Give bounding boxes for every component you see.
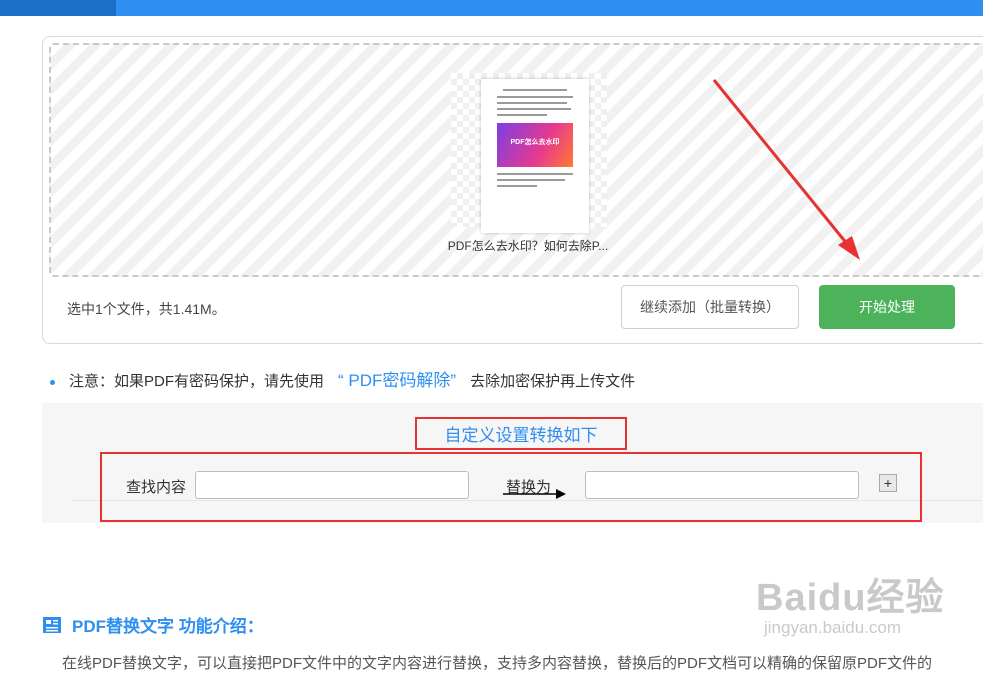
document-page-preview: PDF怎么去水印	[481, 79, 589, 233]
doc-text-line	[497, 173, 573, 175]
active-nav-tab[interactable]	[0, 0, 116, 16]
file-card[interactable]: PDF怎么去水印 PDF怎么去水印？如何去除P...	[445, 67, 611, 257]
add-row-button[interactable]: +	[879, 474, 897, 492]
upload-panel: PDF怎么去水印 PDF怎么去水印？如何去除P... 选中1个文件，共1.41M…	[42, 36, 983, 344]
watermark-url: jingyan.baidu.com	[764, 618, 902, 637]
pdf-unlock-link[interactable]: “ PDF密码解除”	[338, 371, 456, 390]
replace-input[interactable]	[585, 471, 859, 499]
find-label: 查找内容	[126, 479, 187, 496]
doc-text-line	[497, 179, 565, 181]
bullet-icon	[50, 379, 55, 385]
doc-text-line	[497, 114, 547, 116]
replace-label: 替换为	[506, 479, 552, 496]
intro-text: 在线PDF替换文字，可以直接把PDF文件中的文字内容进行替换，支持多内容替换，替…	[62, 655, 933, 672]
doc-text-line	[503, 89, 567, 91]
password-notice: 注意：如果PDF有密码保护，请先使用 “ PDF密码解除” 去除加密保护再上传文件	[50, 366, 635, 391]
doc-text-line	[497, 185, 537, 187]
custom-settings-section: 自定义设置转换如下 查找内容 替换为 +	[42, 403, 983, 523]
doc-text-line	[497, 96, 573, 98]
add-more-button[interactable]: 继续添加（批量转换）	[621, 285, 799, 329]
document-icon	[43, 616, 61, 633]
doc-text-line	[497, 108, 571, 110]
intro-heading: PDF替换文字 功能介绍：	[42, 612, 264, 637]
file-drop-zone[interactable]: PDF怎么去水印 PDF怎么去水印？如何去除P...	[49, 43, 983, 277]
find-replace-row: 查找内容 替换为 +	[100, 452, 922, 522]
notice-suffix: 去除加密保护再上传文件	[470, 373, 636, 390]
file-summary: 选中1个文件，共1.41M。	[67, 301, 226, 317]
doc-text-line	[497, 102, 567, 104]
find-input[interactable]	[195, 471, 469, 499]
file-name: PDF怎么去水印？如何去除P...	[447, 239, 609, 253]
doc-image-banner: PDF怎么去水印	[510, 139, 560, 146]
baidu-watermark: Baidu经验 jingyan.baidu.com	[756, 566, 945, 637]
file-thumbnail: PDF怎么去水印	[451, 73, 607, 233]
top-nav-bar	[0, 0, 983, 16]
watermark-brand: Baidu经验	[756, 577, 945, 619]
custom-settings-title: 自定义设置转换如下	[415, 417, 627, 450]
start-processing-button[interactable]: 开始处理	[819, 285, 955, 329]
notice-prefix: 注意：如果PDF有密码保护，请先使用	[69, 373, 325, 390]
intro-title: PDF替换文字 功能介绍：	[72, 617, 264, 636]
